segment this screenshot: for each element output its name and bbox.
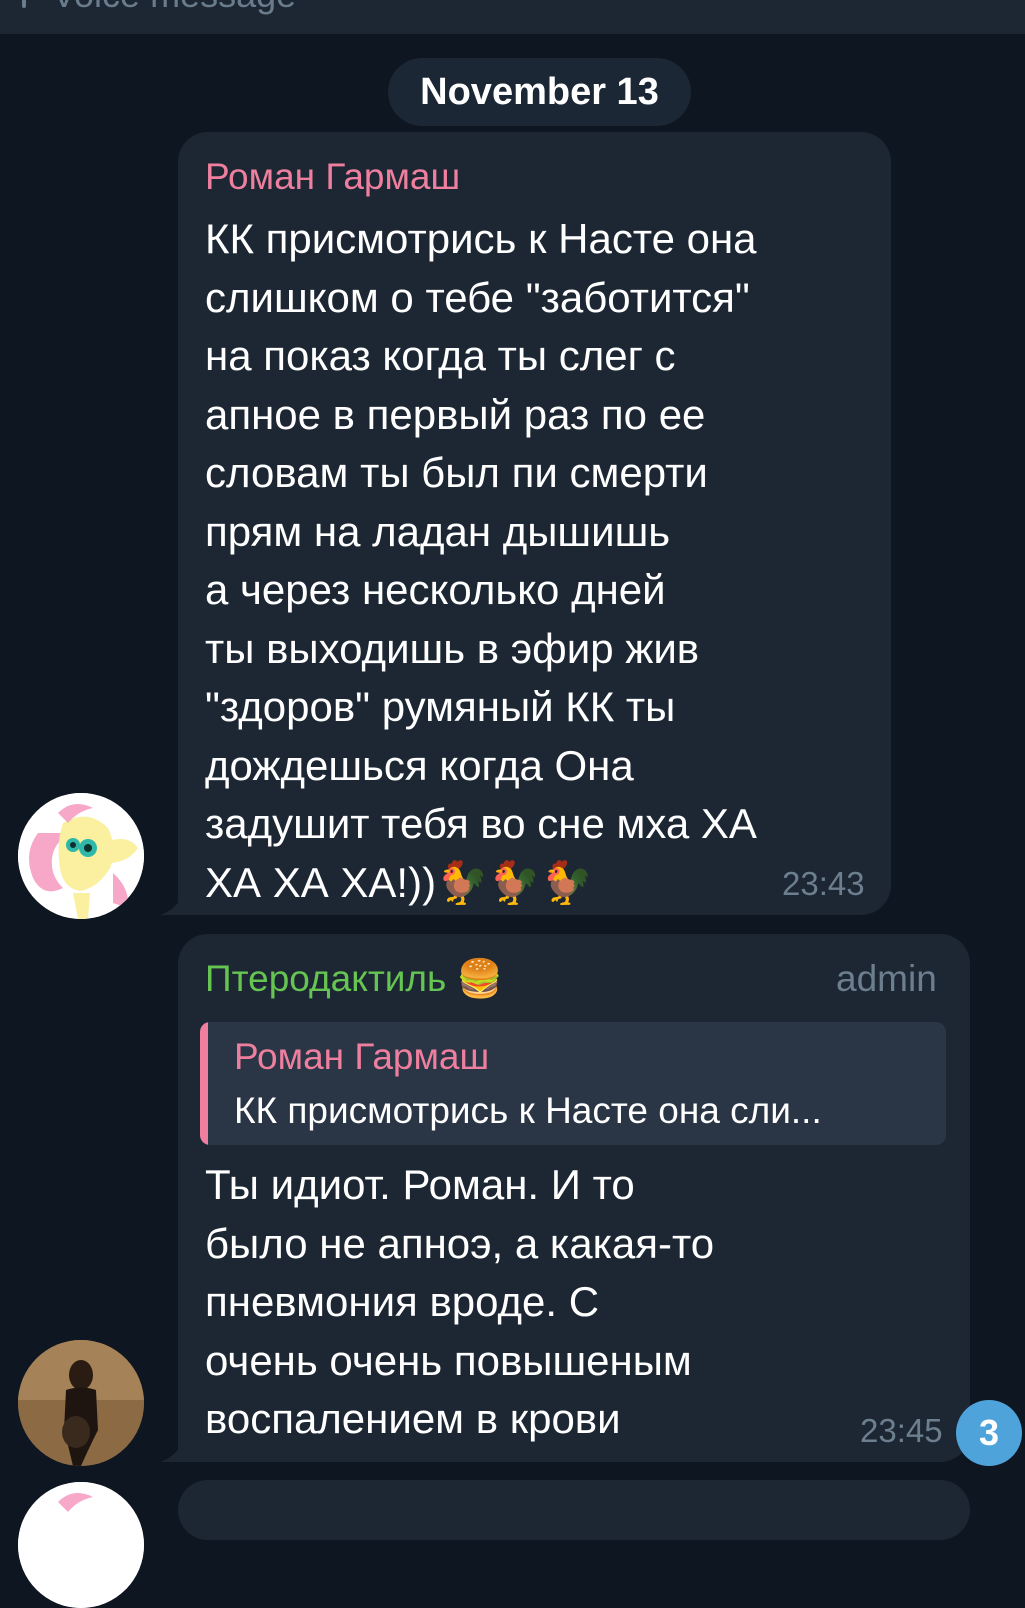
previous-message-strip[interactable]: Voice message [0,0,1025,34]
reply-sender-name: Роман Гармаш [234,1036,490,1077]
pony-icon [18,793,144,919]
photo-avatar[interactable] [18,1340,144,1466]
next-pony-avatar[interactable] [18,1482,144,1608]
reply-text: КК присмотрись к Насте она сли... [234,1090,822,1131]
pony-avatar[interactable] [18,793,144,919]
pony-icon [18,1482,144,1608]
message-text: КК присмотрись к Насте она слишком о теб… [205,215,757,906]
admin-label: admin [836,958,937,999]
previous-message-text: Voice message [52,0,296,16]
message-time: 23:43 [782,865,865,902]
reply-accent-bar [200,1022,208,1145]
message-time: 23:45 [860,1412,943,1449]
date-separator: November 13 [388,58,691,126]
message-text: Ты идиот. Роман. И то было не апноэ, а к… [205,1161,715,1442]
reply-line [22,0,26,8]
sender-name[interactable]: Роман Гармаш [205,156,460,198]
photo-icon [18,1340,144,1466]
reply-preview[interactable]: Роман Гармаш КК присмотрись к Насте она … [200,1022,946,1145]
unread-count-badge[interactable]: 3 [956,1400,1022,1466]
next-message-bubble[interactable] [178,1480,970,1540]
sender-name[interactable]: Птеродактиль 🍔 [205,958,503,1001]
